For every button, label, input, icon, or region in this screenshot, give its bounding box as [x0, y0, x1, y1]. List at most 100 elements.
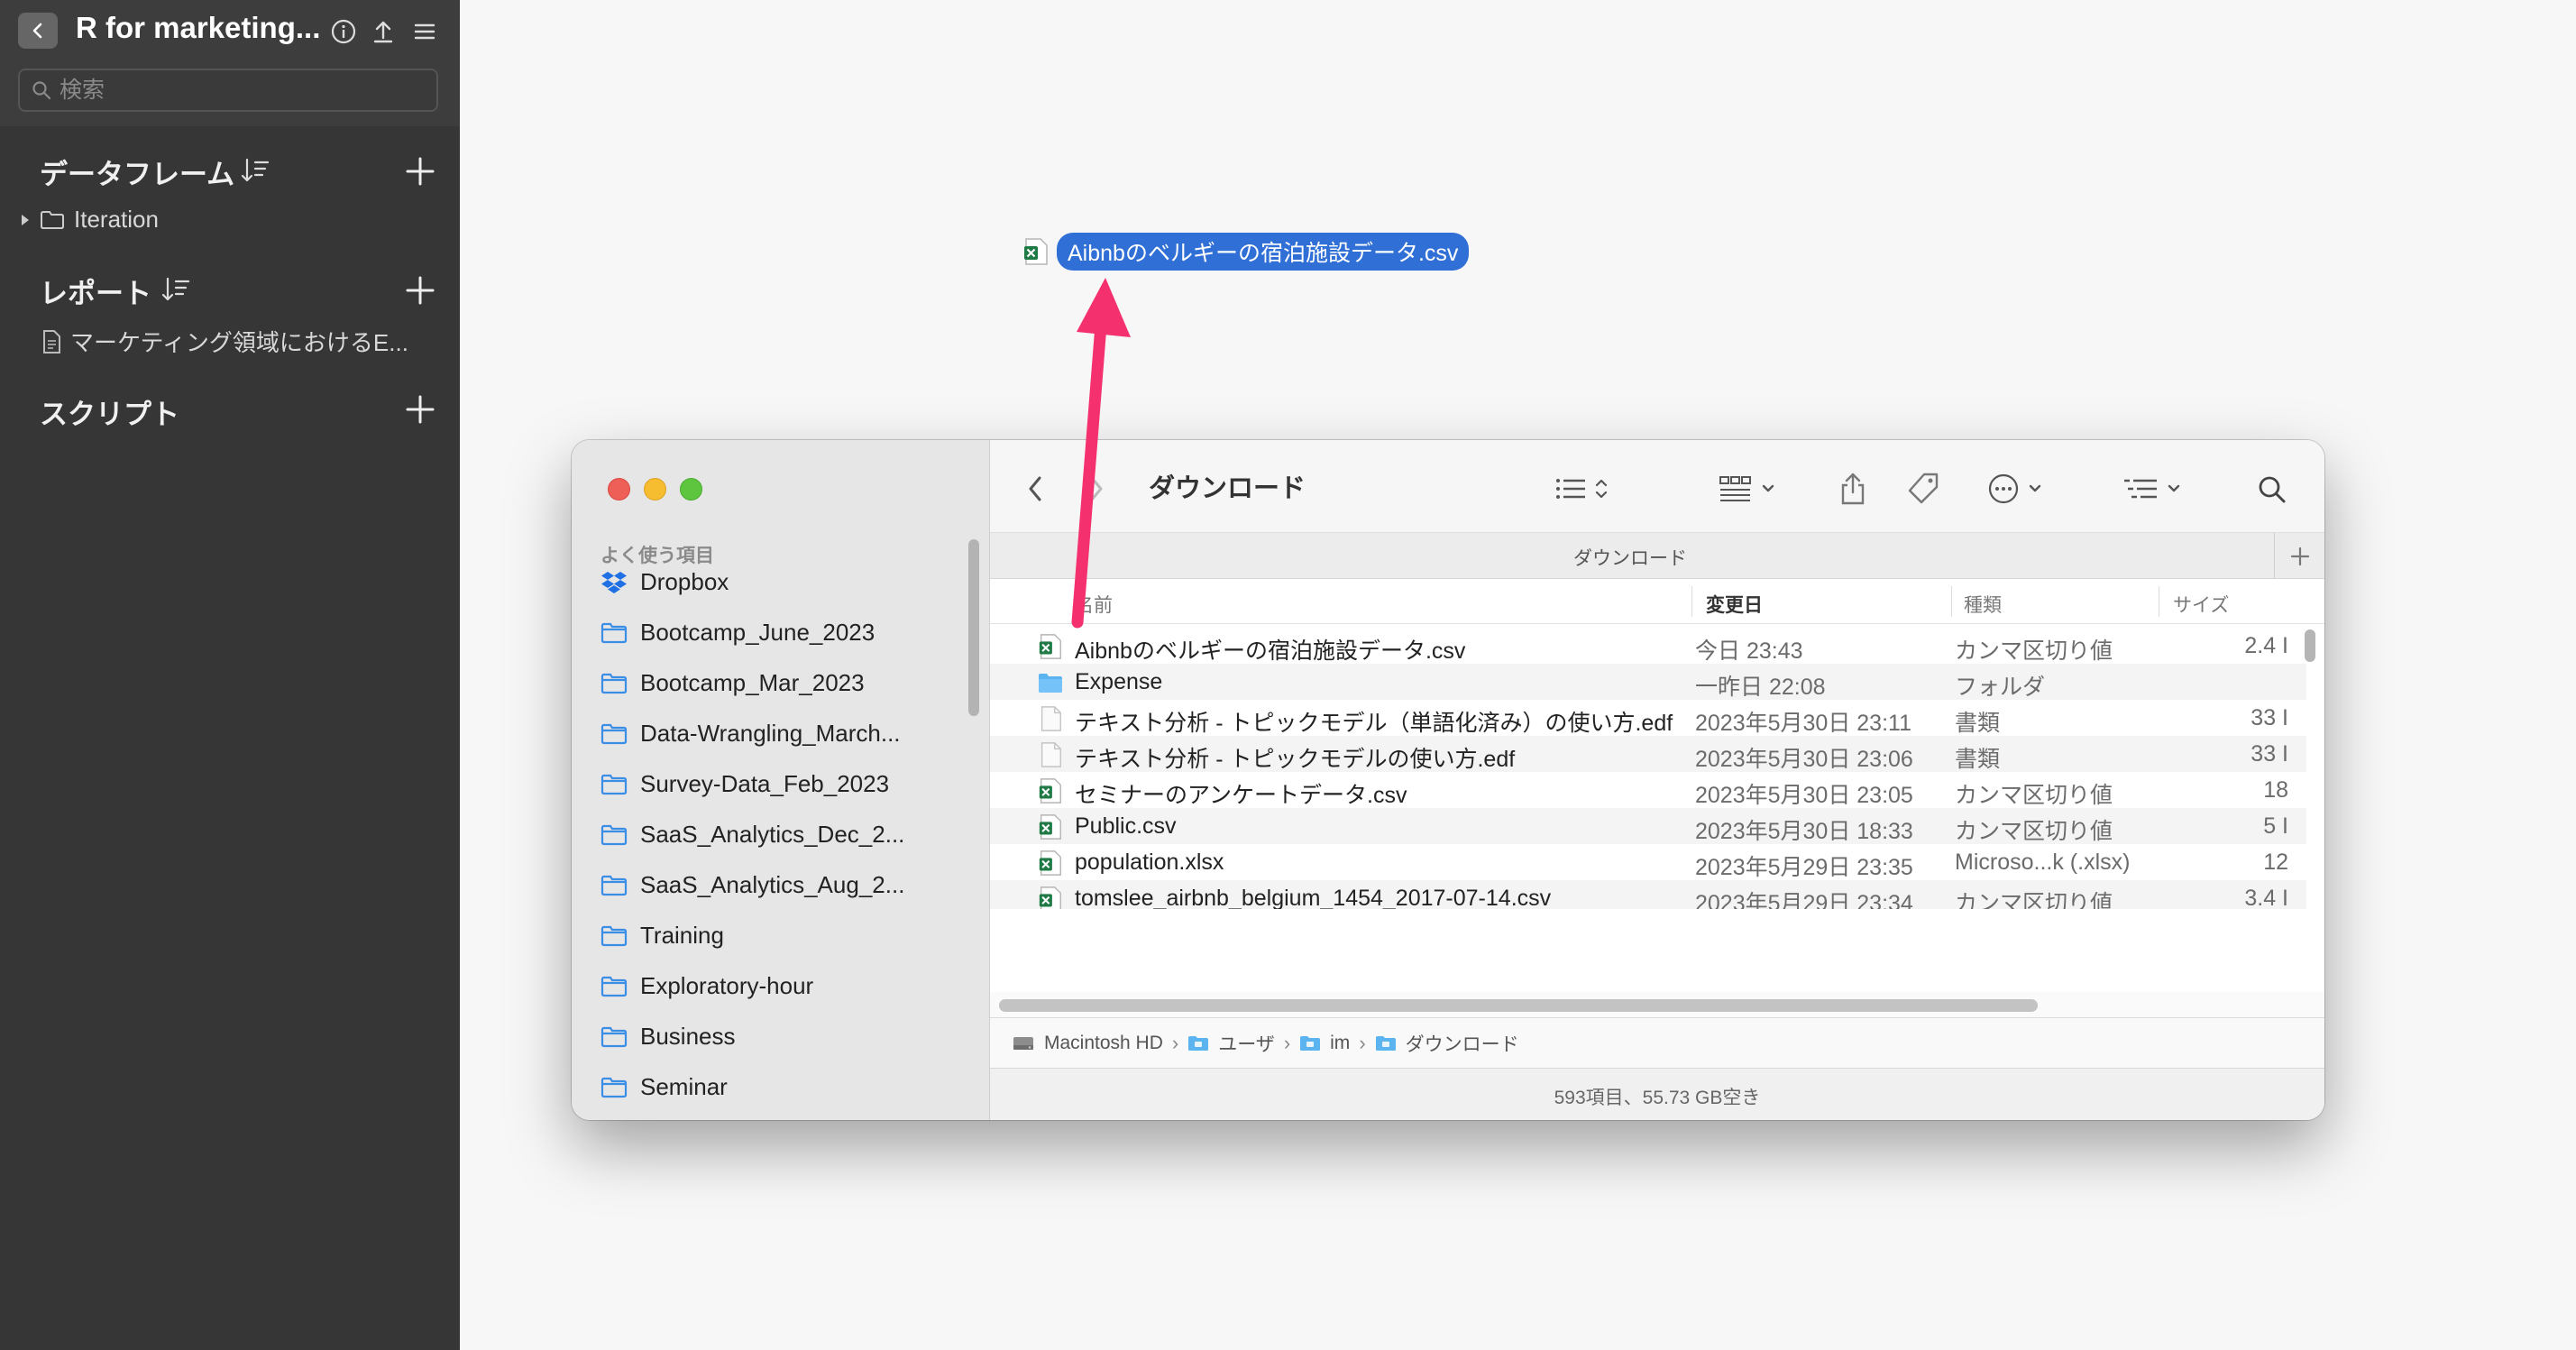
- folder-icon: [600, 1076, 628, 1099]
- column-date[interactable]: 変更日: [1706, 591, 1763, 618]
- file-row[interactable]: テキスト分析 - トピックモデルの使い方.edf 2023年5月30日 23:06…: [990, 736, 2306, 772]
- sidebar-item-label: Training: [640, 922, 724, 949]
- sidebar-item[interactable]: Seminar: [600, 1073, 728, 1101]
- folder-icon: [600, 1025, 628, 1049]
- sidebar-item-label: Dropbox: [640, 568, 729, 595]
- file-kind: カンマ区切り値: [1955, 783, 2113, 808]
- search-icon: [32, 81, 51, 100]
- file-row[interactable]: tomslee_airbnb_belgium_1454_2017-07-14.c…: [990, 880, 2306, 909]
- sidebar-item[interactable]: Bootcamp_Mar_2023: [600, 669, 865, 697]
- sidebar-item-label: Exploratory-hour: [640, 972, 814, 999]
- upload-button[interactable]: [368, 16, 399, 47]
- sidebar-item[interactable]: SaaS_Analytics_Aug_2...: [600, 871, 904, 899]
- path-segment[interactable]: ユーザ: [1218, 1030, 1275, 1057]
- folder-icon: [600, 672, 628, 695]
- sidebar-item[interactable]: Dropbox: [600, 568, 729, 596]
- file-size: 33 I: [2251, 705, 2288, 730]
- file-row[interactable]: Aibnbのベルギーの宿泊施設データ.csv 今日 23:43 カンマ区切り値 2.4…: [990, 628, 2306, 664]
- folder-icon: [600, 1077, 628, 1097]
- dropbox-icon: [600, 570, 628, 595]
- close-window-button[interactable]: [608, 478, 630, 501]
- group-button[interactable]: [1719, 471, 1776, 507]
- file-row[interactable]: Public.csv 2023年5月30日 18:33 カンマ区切り値 5 I: [990, 808, 2306, 844]
- path-segment[interactable]: ダウンロード: [1406, 1030, 1519, 1057]
- new-tab-button[interactable]: [2274, 533, 2324, 580]
- file-size: 33 I: [2251, 741, 2288, 767]
- sort-options-button[interactable]: [2122, 471, 2182, 507]
- folder-icon: [1187, 1034, 1209, 1052]
- add-report-icon[interactable]: [402, 272, 438, 308]
- more-actions-icon: [1988, 473, 2019, 504]
- back-button[interactable]: [18, 13, 58, 49]
- info-button[interactable]: [328, 16, 359, 47]
- file-row[interactable]: セミナーのアンケートデータ.csv 2023年5月30日 23:05 カンマ区切り値…: [990, 772, 2306, 808]
- column-divider[interactable]: [1691, 586, 1692, 617]
- vertical-scrollbar[interactable]: [2305, 629, 2315, 662]
- window-title: ダウンロード: [1149, 474, 1306, 503]
- back-arrow-icon[interactable]: [1024, 471, 1046, 507]
- sidebar-scrollbar[interactable]: [968, 539, 979, 716]
- share-icon[interactable]: [1838, 471, 1868, 507]
- list-view-button[interactable]: [1554, 471, 1609, 507]
- sidebar-item[interactable]: Training: [600, 922, 724, 950]
- folder-icon: [1039, 674, 1062, 693]
- file-kind: Microso...k (.xlsx): [1955, 849, 2131, 875]
- sidebar-item-label: Survey-Data_Feb_2023: [640, 770, 890, 797]
- add-dataframe-icon[interactable]: [402, 153, 438, 189]
- tag-icon[interactable]: [1906, 471, 1942, 507]
- finder-sidebar: よく使う項目 Dropbox Bootcamp_June_2023 Bootcamp…: [572, 440, 990, 1120]
- sidebar-item[interactable]: SaaS_Analytics_Dec_2...: [600, 821, 904, 849]
- disclosure-triangle-icon[interactable]: [20, 213, 31, 227]
- folder-icon: [600, 722, 628, 746]
- excel-icon: [1037, 849, 1064, 877]
- path-segment[interactable]: im: [1330, 1033, 1350, 1054]
- column-divider[interactable]: [1951, 586, 1952, 617]
- search-box[interactable]: [18, 69, 438, 112]
- sidebar-item[interactable]: Business: [600, 1023, 736, 1051]
- column-size[interactable]: サイズ: [2173, 591, 2229, 618]
- zoom-window-button[interactable]: [680, 478, 702, 501]
- search-icon[interactable]: [2256, 471, 2288, 507]
- tree-item-iteration[interactable]: Iteration: [20, 206, 159, 234]
- horizontal-scrollbar[interactable]: [999, 999, 2038, 1012]
- tree-item-report[interactable]: マーケティング領域におけるE...: [41, 325, 408, 358]
- excel-icon: [1037, 633, 1064, 660]
- excel-file-icon: [1039, 634, 1061, 659]
- folder-icon: [600, 723, 628, 744]
- dragged-file[interactable]: Aibnbのベルギーの宿泊施設データ.csv: [1022, 233, 1470, 271]
- chevron-down-icon: [2029, 484, 2041, 492]
- path-segment[interactable]: Macintosh HD: [1044, 1033, 1163, 1054]
- sidebar-item[interactable]: Exploratory-hour: [600, 972, 813, 1000]
- menu-button[interactable]: [409, 16, 440, 47]
- chevron-left-icon: [32, 23, 42, 39]
- file-row[interactable]: テキスト分析 - トピックモデル（単語化済み）の使い方.edf 2023年5月30…: [990, 700, 2306, 736]
- file-kind: カンマ区切り値: [1955, 819, 2113, 844]
- action-menu-button[interactable]: [1987, 471, 2043, 507]
- document-file-icon: [1040, 742, 1061, 767]
- folder-icon: [600, 925, 628, 946]
- file-date: 2023年5月30日 18:33: [1695, 819, 1913, 844]
- sort-icon[interactable]: [240, 155, 270, 186]
- sort-icon[interactable]: [160, 274, 191, 305]
- sidebar-item[interactable]: Bootcamp_June_2023: [600, 619, 875, 647]
- sidebar-item[interactable]: Data-Wrangling_March...: [600, 720, 901, 748]
- search-input[interactable]: [60, 76, 420, 105]
- tab-bar: ダウンロード: [990, 532, 2324, 580]
- folder-icon: [600, 975, 628, 998]
- file-kind: 書類: [1955, 747, 2001, 772]
- sidebar-item-label: SaaS_Analytics_Aug_2...: [640, 871, 905, 898]
- file-row[interactable]: Expense 一昨日 22:08 フォルダ: [990, 664, 2306, 700]
- tab-downloads[interactable]: ダウンロード: [990, 544, 2270, 571]
- forward-arrow-icon[interactable]: [1086, 471, 1107, 507]
- file-date: 一昨日 22:08: [1695, 675, 1826, 700]
- column-name[interactable]: 名前: [1075, 591, 1113, 618]
- column-kind[interactable]: 種類: [1964, 591, 2002, 618]
- project-title: R for marketing...: [76, 11, 321, 44]
- sidebar-item[interactable]: Survey-Data_Feb_2023: [600, 770, 889, 798]
- file-list: Aibnbのベルギーの宿泊施設データ.csv 今日 23:43 カンマ区切り値 2.4…: [990, 628, 2324, 909]
- updown-chevron-icon: [1595, 479, 1608, 499]
- add-script-icon[interactable]: [402, 391, 438, 427]
- excel-icon: [1037, 813, 1064, 840]
- file-row[interactable]: population.xlsx 2023年5月29日 23:35 Microso..…: [990, 844, 2306, 880]
- minimize-window-button[interactable]: [644, 478, 666, 501]
